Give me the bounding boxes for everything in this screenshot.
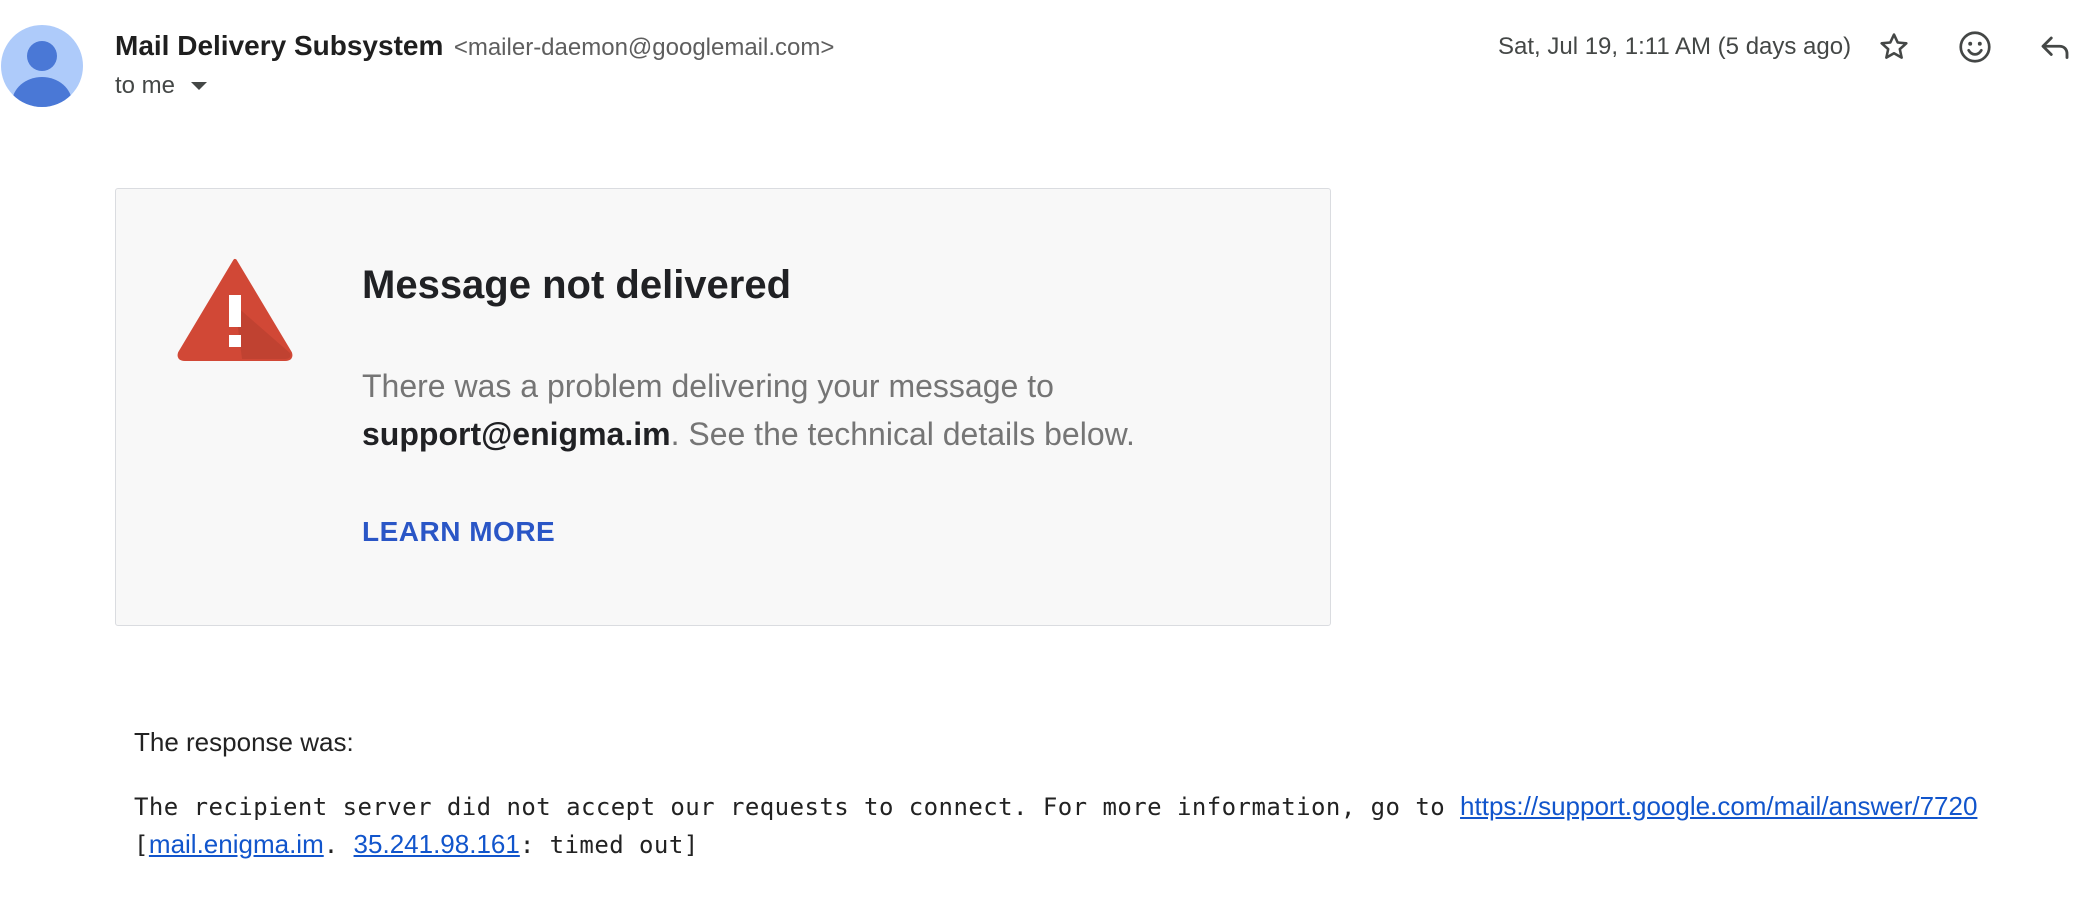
card-title: Message not delivered: [362, 263, 792, 307]
bracket-open: [: [134, 831, 149, 859]
message-text: There was a problem delivering your mess…: [362, 368, 1054, 404]
person-icon: [12, 41, 72, 107]
separator: .: [323, 831, 354, 859]
recipient-address: support@enigma.im: [362, 416, 671, 452]
mail-server-link[interactable]: mail.enigma.im: [149, 829, 324, 859]
email-view: Mail Delivery Subsystem <mailer-daemon@g…: [0, 0, 2094, 914]
message-text-after: . See the technical details below.: [670, 416, 1135, 452]
avatar[interactable]: [1, 25, 83, 107]
to-label: to me: [115, 72, 176, 99]
response-text: The recipient server did not accept our …: [134, 793, 1461, 821]
star-button[interactable]: [1874, 27, 1914, 67]
sender-name[interactable]: Mail Delivery Subsystem: [115, 30, 443, 61]
reply-icon: [2041, 36, 2069, 59]
warning-icon: [177, 259, 293, 361]
delivery-failure-card: Message not delivered There was a proble…: [115, 188, 1331, 626]
support-link[interactable]: https://support.google.com/mail/answer/7…: [1460, 791, 1977, 821]
response-label: The response was:: [134, 727, 354, 757]
caret-down-icon: [191, 82, 208, 90]
timeout-text: : timed out]: [519, 831, 699, 859]
star-icon: [1880, 33, 1908, 59]
sender-email: <mailer-daemon@googlemail.com>: [453, 34, 835, 61]
learn-more-link[interactable]: LEARN MORE: [362, 516, 555, 548]
recipients-toggle[interactable]: to me: [115, 70, 208, 102]
reply-button[interactable]: [2035, 27, 2075, 67]
ip-address-link[interactable]: 35.241.98.161: [354, 829, 520, 859]
add-reaction-button[interactable]: [1955, 27, 1995, 67]
emoji-icon: [1959, 31, 1991, 63]
message-date: Sat, Jul 19, 1:11 AM (5 days ago): [1498, 33, 1852, 60]
sender-line: Mail Delivery Subsystem <mailer-daemon@g…: [115, 28, 834, 69]
card-message: There was a problem delivering your mess…: [362, 362, 1262, 458]
response-line-2: [mail.enigma.im. 35.241.98.161: timed ou…: [134, 826, 699, 863]
response-line-1: The recipient server did not accept our …: [134, 788, 1977, 825]
